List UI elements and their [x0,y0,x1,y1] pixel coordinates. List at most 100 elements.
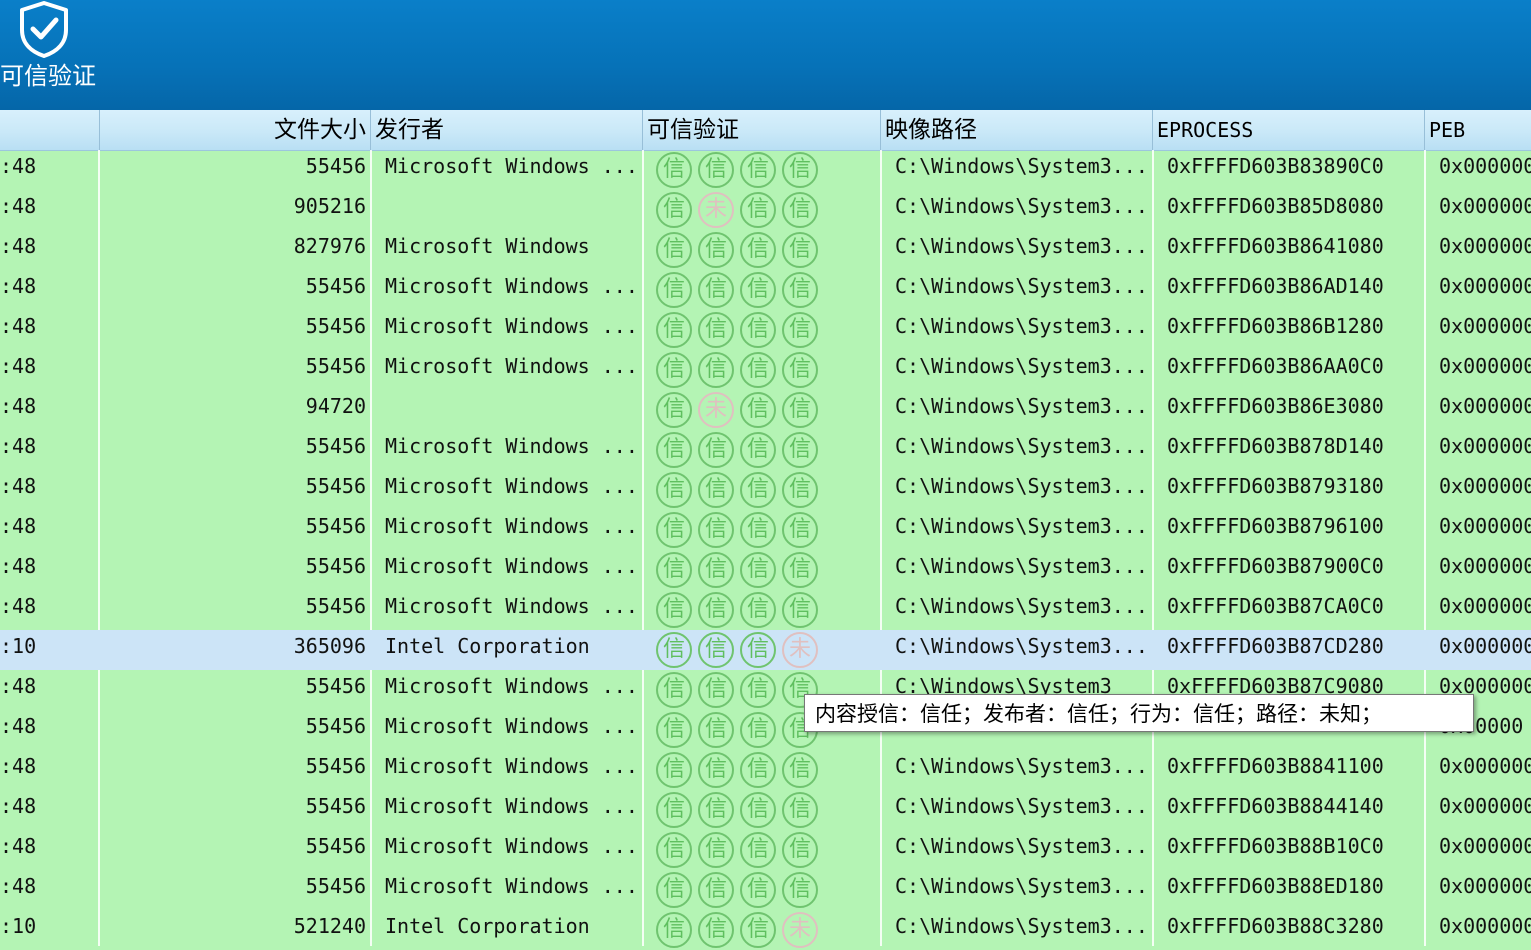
column-header-publisher[interactable]: 发行者 [371,110,643,150]
cell-size: 55456 [305,474,366,498]
trusted-badge-icon: 信 [698,632,734,668]
trusted-badge-icon: 信 [740,672,776,708]
cell-eprocess: 0xFFFFD603B878D140 [1167,434,1384,458]
trusted-badge-icon: 信 [740,232,776,268]
cell-time: :48 [0,354,37,378]
cell-path: C:\Windows\System3... [895,834,1148,858]
cell-publisher: Microsoft Windows ... [385,514,638,538]
cell-time: :48 [0,434,37,458]
trust-verify-label: 可信验证 [0,62,96,90]
trusted-badge-icon: 信 [740,312,776,348]
cell-size: 905216 [293,194,366,218]
trusted-badge-icon: 信 [698,912,734,948]
cell-peb: 0x000000 [1439,594,1531,618]
trusted-badge-icon: 信 [656,232,692,268]
table-row[interactable]: :48 55456 Microsoft Windows ... C:\Windows\… [0,510,1531,550]
trust-tooltip: 内容授信：信任；发布者：信任；行为：信任；路径：未知； [804,694,1474,732]
table-row[interactable]: :48 94720 C:\Windows\System3... 0xFFFFD603B… [0,390,1531,430]
cell-size: 94720 [305,394,366,418]
table-row[interactable]: :48 55456 Microsoft Windows ... C:\Windows\… [0,150,1531,190]
table-row[interactable]: :48 55456 Microsoft Windows ... C:\Windows\… [0,590,1531,630]
cell-size: 55456 [305,834,366,858]
cell-path: C:\Windows\System3... [895,274,1148,298]
trust-verify-button[interactable]: 可信验证 [0,0,100,100]
cell-size: 55456 [305,874,366,898]
cell-eprocess: 0xFFFFD603B85D8080 [1167,194,1384,218]
table-row[interactable]: :48 55456 Microsoft Windows ... C:\Windows\… [0,310,1531,350]
trusted-badge-icon: 信 [698,592,734,628]
trusted-badge-icon: 信 [740,392,776,428]
cell-peb: 0x000000 [1439,354,1531,378]
column-header-size[interactable]: 文件大小 [100,110,371,150]
cell-size: 365096 [293,634,366,658]
untrusted-badge-icon: 未 [698,192,734,228]
trusted-badge-icon: 信 [656,712,692,748]
trusted-badge-icon: 信 [698,312,734,348]
column-header-time[interactable] [0,110,100,150]
column-header-path[interactable]: 映像路径 [881,110,1153,150]
cell-peb: 0x000000 [1439,154,1531,178]
trusted-badge-icon: 信 [740,272,776,308]
table-row[interactable]: :48 55456 Microsoft Windows ... C:\Windows\… [0,870,1531,910]
trusted-badge-icon: 信 [698,432,734,468]
cell-path: C:\Windows\System3... [895,754,1148,778]
cell-eprocess: 0xFFFFD603B87900C0 [1167,554,1384,578]
table-row[interactable]: :10 521240 Intel Corporation C:\Windows\Sys… [0,910,1531,950]
cell-size: 55456 [305,514,366,538]
table-row[interactable]: :48 55456 Microsoft Windows ... C:\Windows\… [0,270,1531,310]
trusted-badge-icon: 信 [740,872,776,908]
trusted-badge-icon: 信 [782,792,818,828]
cell-publisher: Microsoft Windows ... [385,474,638,498]
table-row[interactable]: :10 365096 Intel Corporation C:\Windows\Sys… [0,630,1531,670]
cell-peb: 0x000000 [1439,554,1531,578]
cell-eprocess: 0xFFFFD603B88C3280 [1167,914,1384,938]
column-header-eprocess[interactable]: EPROCESS [1153,110,1425,150]
table-row[interactable]: :48 55456 Microsoft Windows ... C:\Windows\… [0,430,1531,470]
table-row[interactable]: :48 55456 Microsoft Windows ... C:\Windows\… [0,750,1531,790]
cell-peb: 0x000000 [1439,834,1531,858]
table-row[interactable]: :48 905216 C:\Windows\System3... 0xFFFFD603… [0,190,1531,230]
cell-time: :48 [0,314,37,338]
trusted-badge-icon: 信 [740,512,776,548]
trusted-badge-icon: 信 [698,152,734,188]
trusted-badge-icon: 信 [740,752,776,788]
cell-path: C:\Windows\System3... [895,474,1148,498]
cell-size: 55456 [305,154,366,178]
cell-peb: 0x000000 [1439,914,1531,938]
untrusted-badge-icon: 未 [782,912,818,948]
cell-time: :48 [0,514,37,538]
cell-eprocess: 0xFFFFD603B8841100 [1167,754,1384,778]
trusted-badge-icon: 信 [698,272,734,308]
trusted-badge-icon: 信 [656,152,692,188]
cell-publisher [385,190,640,230]
trusted-badge-icon: 信 [656,392,692,428]
table-row[interactable]: :48 55456 Microsoft Windows ... C:\Windows\… [0,550,1531,590]
column-header-peb[interactable]: PEB [1425,110,1531,150]
cell-time: :10 [0,914,37,938]
trusted-badge-icon: 信 [740,712,776,748]
cell-peb: 0x000000 [1439,474,1531,498]
cell-time: :48 [0,714,37,738]
trusted-badge-icon: 信 [698,792,734,828]
table-row[interactable]: :48 827976 Microsoft Windows C:\Windows\Sys… [0,230,1531,270]
trusted-badge-icon: 信 [656,592,692,628]
table-row[interactable]: :48 55456 Microsoft Windows ... C:\Windows\… [0,350,1531,390]
trusted-badge-icon: 信 [782,192,818,228]
untrusted-badge-icon: 未 [782,632,818,668]
trusted-badge-icon: 信 [782,392,818,428]
cell-peb: 0x000000 [1439,754,1531,778]
cell-publisher: Microsoft Windows ... [385,594,638,618]
trusted-badge-icon: 信 [782,552,818,588]
cell-publisher: Microsoft Windows ... [385,794,638,818]
trusted-badge-icon: 信 [656,352,692,388]
trusted-badge-icon: 信 [656,632,692,668]
table-header: 文件大小 发行者 可信验证 映像路径 EPROCESS PEB [0,110,1531,151]
table-row[interactable]: :48 55456 Microsoft Windows ... C:\Windows\… [0,830,1531,870]
table-row[interactable]: :48 55456 Microsoft Windows ... C:\Windows\… [0,470,1531,510]
table-row[interactable]: :48 55456 Microsoft Windows ... C:\Windows\… [0,790,1531,830]
cell-path: C:\Windows\System3... [895,634,1148,658]
cell-eprocess: 0xFFFFD603B88ED180 [1167,874,1384,898]
cell-path: C:\Windows\System3... [895,314,1148,338]
cell-time: :48 [0,834,37,858]
column-header-trust[interactable]: 可信验证 [643,110,881,150]
